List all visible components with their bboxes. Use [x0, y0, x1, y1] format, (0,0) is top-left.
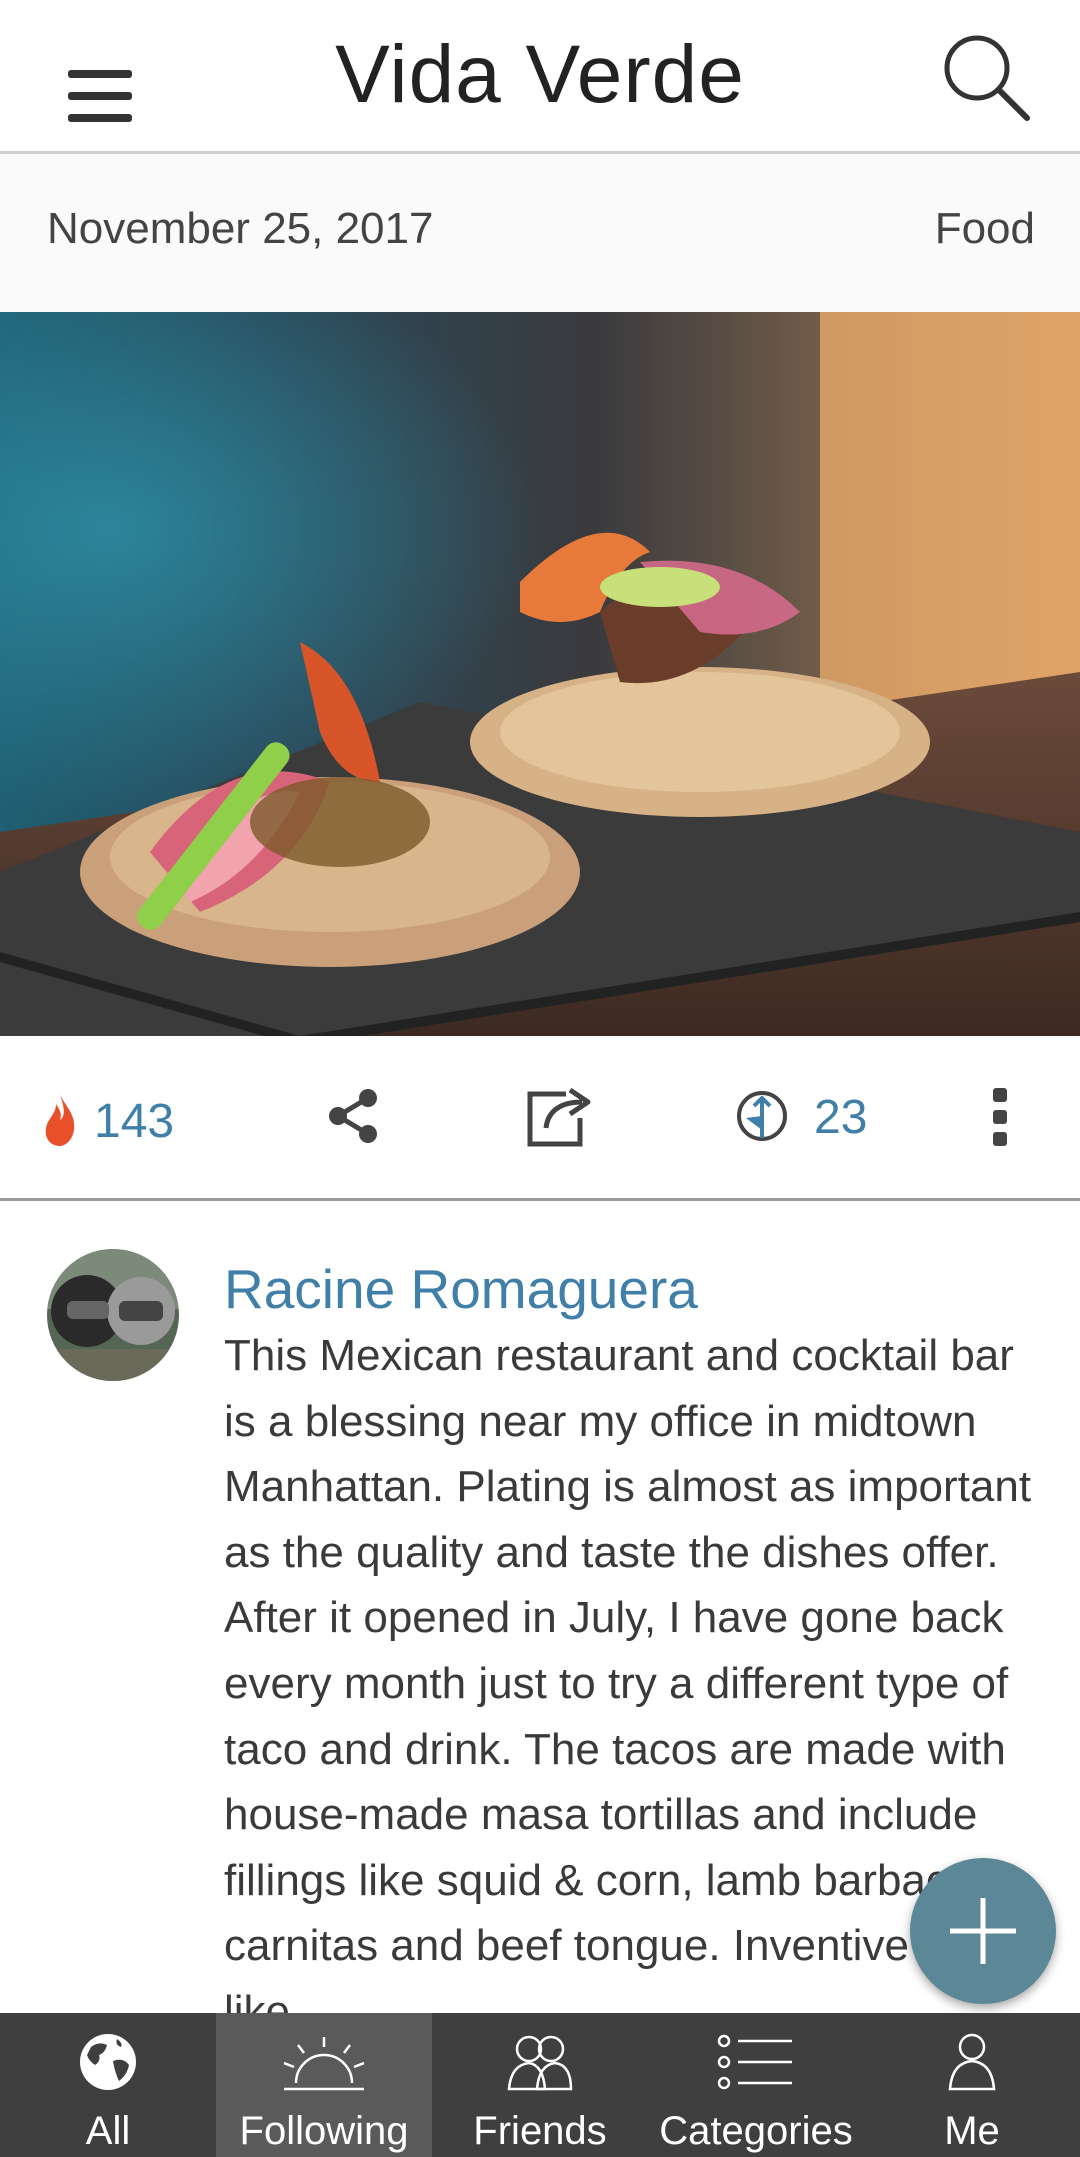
nav-label-categories: Categories: [659, 2109, 853, 2153]
comment-icon: [737, 1091, 787, 1141]
share-button[interactable]: [326, 1088, 386, 1148]
list-icon: [717, 2034, 792, 2090]
nav-item-all[interactable]: All: [0, 2013, 216, 2157]
globe-icon: [80, 2034, 136, 2090]
comment-count: 23: [814, 1091, 868, 1144]
nav-label-me: Me: [944, 2109, 1000, 2153]
nav-label-friends: Friends: [473, 2109, 607, 2153]
friends-icon: [507, 2035, 573, 2091]
sunrise-icon: [283, 2037, 365, 2091]
post-category[interactable]: Food: [935, 204, 1035, 254]
nav-label-all: All: [85, 2109, 131, 2153]
post-meta: November 25, 2017 Food: [0, 154, 1080, 312]
post-actions: 143 23: [0, 1036, 1080, 1201]
app-header: Vida Verde: [0, 0, 1080, 154]
like-count: 143: [94, 1095, 175, 1148]
open-external-button[interactable]: [526, 1086, 592, 1148]
nav-item-following[interactable]: Following: [216, 2013, 432, 2157]
share-icon: [329, 1089, 377, 1143]
comments-button[interactable]: 23: [734, 1082, 894, 1152]
more-vertical-icon: [993, 1088, 1007, 1146]
app-title: Vida Verde: [335, 29, 745, 120]
nav-item-friends[interactable]: Friends: [432, 2013, 648, 2157]
comment-author[interactable]: Racine Romaguera: [224, 1257, 698, 1321]
person-icon: [948, 2033, 996, 2091]
nav-item-me[interactable]: Me: [864, 2013, 1080, 2157]
flame-icon: [45, 1094, 75, 1146]
add-post-button[interactable]: [910, 1858, 1056, 2004]
post-image[interactable]: [0, 312, 1080, 1036]
nav-label-following: Following: [239, 2109, 409, 2153]
external-link-icon: [527, 1087, 591, 1147]
search-button[interactable]: [935, 28, 1035, 128]
plus-icon: [950, 1898, 1016, 1964]
more-options-button[interactable]: [990, 1086, 1020, 1148]
search-icon: [944, 35, 1030, 121]
like-button[interactable]: 143: [42, 1086, 192, 1156]
nav-item-categories[interactable]: Categories: [648, 2013, 864, 2157]
avatar[interactable]: [47, 1249, 179, 1381]
bottom-nav: All Following Friends Categories Me: [0, 2013, 1080, 2157]
post-date: November 25, 2017: [47, 204, 434, 253]
